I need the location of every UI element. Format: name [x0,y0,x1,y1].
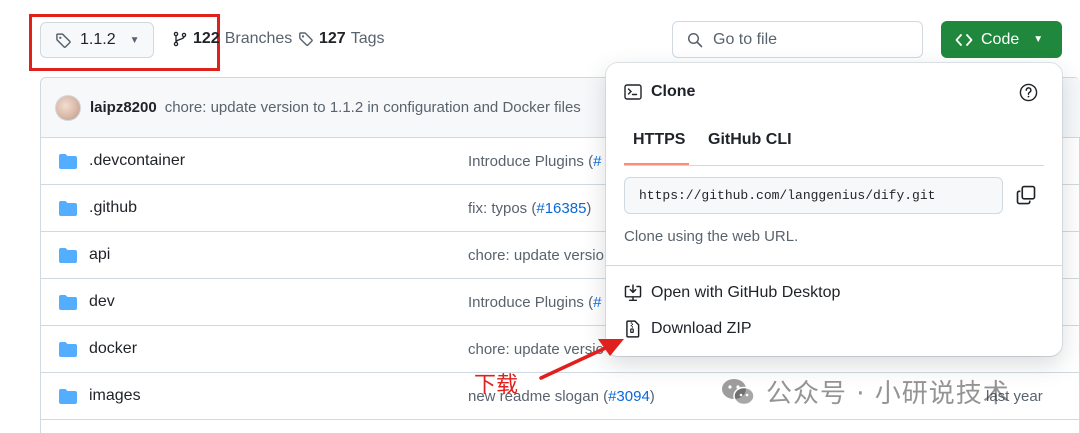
folder-icon [59,201,77,216]
file-commit-message[interactable]: chore: update versio [468,247,604,264]
commit-link[interactable]: #3094 [608,388,650,405]
wechat-icon [720,377,756,407]
code-icon [955,33,973,47]
clone-hint: Clone using the web URL. [624,228,799,245]
tabs-divider [624,165,1044,166]
tags-count: 127 [319,30,346,47]
search-icon [687,32,703,48]
download-zip-button[interactable]: Download ZIP [624,320,752,338]
question-icon[interactable] [1019,83,1038,102]
clone-tabs: HTTPS GitHub CLI [606,125,1062,167]
file-commit-message[interactable]: Introduce Plugins (# [468,153,601,170]
clone-url-input[interactable]: https://github.com/langgenius/dify.git [624,177,1003,214]
active-tab-indicator [624,163,689,165]
desktop-download-icon [624,284,642,302]
copy-icon[interactable] [1016,185,1036,205]
branches-count: 122 [193,30,220,47]
branches-link[interactable]: 122 Branches [172,30,292,48]
folder-icon [59,248,77,263]
file-zip-icon [624,320,642,338]
file-name[interactable]: docker [89,340,137,358]
file-name[interactable]: .github [89,199,137,217]
tab-https[interactable]: HTTPS [633,131,685,149]
download-zip-label: Download ZIP [651,320,752,337]
file-name[interactable]: images [89,387,141,405]
go-to-file-placeholder: Go to file [713,30,778,48]
folder-icon [59,342,77,357]
folder-icon [59,389,77,404]
tab-github-cli[interactable]: GitHub CLI [708,131,792,149]
branches-label: Branches [224,30,293,47]
code-button[interactable]: Code ▼ [941,21,1062,58]
folder-icon [59,154,77,169]
git-branch-icon [172,31,188,47]
file-name[interactable]: .devcontainer [89,152,185,170]
watermark: 公众号 · 小研说技术 [720,373,1010,410]
terminal-icon [624,84,642,100]
avatar[interactable] [55,94,81,121]
tag-icon [298,31,314,47]
clone-title: Clone [651,83,696,100]
file-name[interactable]: api [89,246,110,264]
go-to-file-input[interactable]: Go to file [672,21,923,58]
file-commit-message[interactable]: fix: typos (#16385) [468,200,591,217]
watermark-text: 公众号 · 小研说技术 [766,379,1010,409]
commit-link[interactable]: #16385 [536,200,586,217]
open-with-desktop-button[interactable]: Open with GitHub Desktop [624,284,840,302]
commit-message[interactable]: chore: update version to 1.1.2 in config… [165,99,581,116]
file-commit-message[interactable]: Introduce Plugins (# [468,294,601,311]
commit-link[interactable]: # [593,294,601,311]
code-button-label: Code [981,30,1020,48]
clone-header: Clone [624,83,695,101]
file-name[interactable]: dev [89,293,115,311]
commit-author[interactable]: laipz8200 [90,99,157,116]
tags-label: Tags [350,30,385,47]
clone-dropdown: Clone HTTPS GitHub CLI https://github.co… [606,63,1062,356]
chevron-down-icon: ▼ [1033,34,1044,45]
file-commit-message[interactable]: chore: update versio [468,341,604,358]
open-with-desktop-label: Open with GitHub Desktop [651,284,841,301]
download-annotation-label: 下载 [474,373,519,398]
tags-link[interactable]: 127 Tags [298,30,385,48]
folder-icon [59,295,77,310]
dropdown-divider [606,265,1062,266]
commit-link[interactable]: # [593,153,601,170]
